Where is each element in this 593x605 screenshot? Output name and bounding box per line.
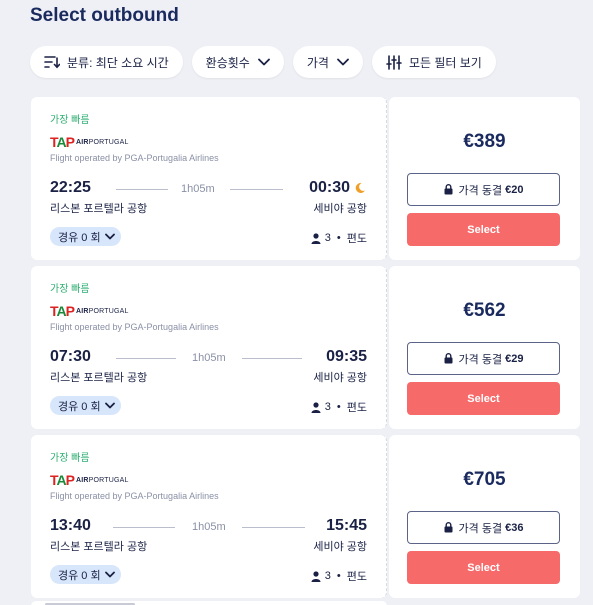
route-line [116,189,168,190]
arrival-time: 15:45 [326,517,367,534]
next-flight-card [31,601,387,605]
lock-icon [444,353,453,364]
stops-toggle[interactable]: 경유 0 회 [50,396,121,415]
chevron-down-icon [257,58,270,66]
departure-time: 13:40 [50,517,91,534]
sort-filter-label: 분류: 최단 소요 시간 [67,55,169,70]
fastest-tag: 가장 빠름 [50,284,90,295]
sliders-icon [386,54,402,70]
operated-by-text: Flight operated by PGA-Portugalia Airlin… [50,491,219,501]
price: €562 [463,300,506,321]
select-button[interactable]: Select [407,213,560,246]
route-line [116,358,176,359]
price-lock-amount: €36 [505,521,524,534]
moon-icon [354,181,366,199]
flight-details-panel[interactable]: 가장 빠름 TAP AIRPORTUGAL Flight operated by… [31,97,387,260]
transfers-filter-label: 환승횟수 [205,55,250,70]
arrival-airport: 세비야 공항 [313,203,367,215]
route-line [242,358,302,359]
all-filters-label: 모든 필터 보기 [408,55,482,70]
arrival-time: 00:30 [309,179,350,196]
fastest-tag: 가장 빠름 [50,115,90,126]
flight-card: 가장 빠름 TAP AIRPORTUGAL Flight operated by… [31,435,580,598]
price-lock-amount: €29 [505,352,524,365]
price: €389 [463,131,506,152]
stops-toggle[interactable]: 경유 0 회 [50,227,121,246]
price-lock-button[interactable]: 가격 동결 €36 [407,511,560,544]
airline-logo: TAP AIRPORTUGAL [50,134,129,150]
sort-icon [44,55,60,69]
all-filters-button[interactable]: 모든 필터 보기 [371,46,496,78]
trip-type: 편도 [346,233,367,245]
departure-airport: 리스본 포르텔라 공항 [50,203,148,215]
passenger-count: 3 [324,232,331,244]
trip-type: 편도 [346,402,367,414]
flight-duration: 1h05m [181,183,215,195]
select-button[interactable]: Select [407,551,560,584]
fastest-tag: 가장 빠름 [50,453,90,464]
route-line [230,189,283,190]
flight-duration: 1h05m [192,521,226,533]
sort-filter-button[interactable]: 분류: 최단 소요 시간 [30,46,183,78]
passenger-info: 3 • 편도 [311,230,367,246]
price-lock-label: 가격 동결 [458,353,503,366]
price-lock-button[interactable]: 가격 동결 €20 [407,173,560,206]
departure-airport: 리스본 포르텔라 공항 [50,372,148,384]
arrival-airport: 세비야 공항 [313,372,367,384]
airline-logo: TAP AIRPORTUGAL [50,472,129,488]
filter-bar: 분류: 최단 소요 시간 환승횟수 가격 모든 필터 보기 [30,46,496,78]
stops-toggle[interactable]: 경유 0 회 [50,565,121,584]
person-icon [311,232,321,244]
lock-icon [444,184,453,195]
passenger-info: 3 • 편도 [311,399,367,415]
lock-icon [444,522,453,533]
arrival-airport: 세비야 공항 [313,541,367,553]
price: €705 [463,469,506,490]
stops-label: 경유 0 회 [58,400,101,413]
airline-logo: TAP AIRPORTUGAL [50,303,129,319]
person-icon [311,570,321,582]
route-line [113,527,175,528]
departure-time: 22:25 [50,179,91,196]
trip-type: 편도 [346,571,367,583]
arrival-time: 09:35 [326,348,367,365]
departure-airport: 리스본 포르텔라 공항 [50,541,148,553]
flight-card: 가장 빠름 TAP AIRPORTUGAL Flight operated by… [31,266,580,429]
flight-details-panel[interactable]: 가장 빠름 TAP AIRPORTUGAL Flight operated by… [31,266,387,429]
price-panel: €389 가격 동결 €20 Select [389,97,580,260]
separator-dot: • [336,401,341,413]
select-button[interactable]: Select [407,382,560,415]
passenger-count: 3 [324,401,331,413]
passenger-info: 3 • 편도 [311,568,367,584]
flight-card: 가장 빠름 TAP AIRPORTUGAL Flight operated by… [31,97,580,260]
stops-label: 경유 0 회 [58,231,101,244]
price-panel: €562 가격 동결 €29 Select [389,266,580,429]
chevron-down-icon [104,402,115,409]
chevron-down-icon [104,233,115,240]
chevron-down-icon [104,571,115,578]
separator-dot: • [336,570,341,582]
departure-time: 07:30 [50,348,91,365]
stops-label: 경유 0 회 [58,569,101,582]
operated-by-text: Flight operated by PGA-Portugalia Airlin… [50,322,219,332]
price-lock-label: 가격 동결 [458,522,503,535]
price-lock-amount: €20 [505,183,524,196]
flight-details-panel[interactable]: 가장 빠름 TAP AIRPORTUGAL Flight operated by… [31,435,387,598]
price-lock-button[interactable]: 가격 동결 €29 [407,342,560,375]
price-panel: €705 가격 동결 €36 Select [389,435,580,598]
flight-duration: 1h05m [192,352,226,364]
chevron-down-icon [337,58,349,66]
route-line [242,527,305,528]
person-icon [311,401,321,413]
page-title: Select outbound [30,5,179,26]
passenger-count: 3 [324,570,331,582]
price-lock-label: 가격 동결 [458,184,503,197]
transfers-filter-button[interactable]: 환승횟수 [191,46,284,78]
operated-by-text: Flight operated by PGA-Portugalia Airlin… [50,153,219,163]
separator-dot: • [336,232,341,244]
price-filter-label: 가격 [306,55,329,70]
price-filter-button[interactable]: 가격 [292,46,363,78]
